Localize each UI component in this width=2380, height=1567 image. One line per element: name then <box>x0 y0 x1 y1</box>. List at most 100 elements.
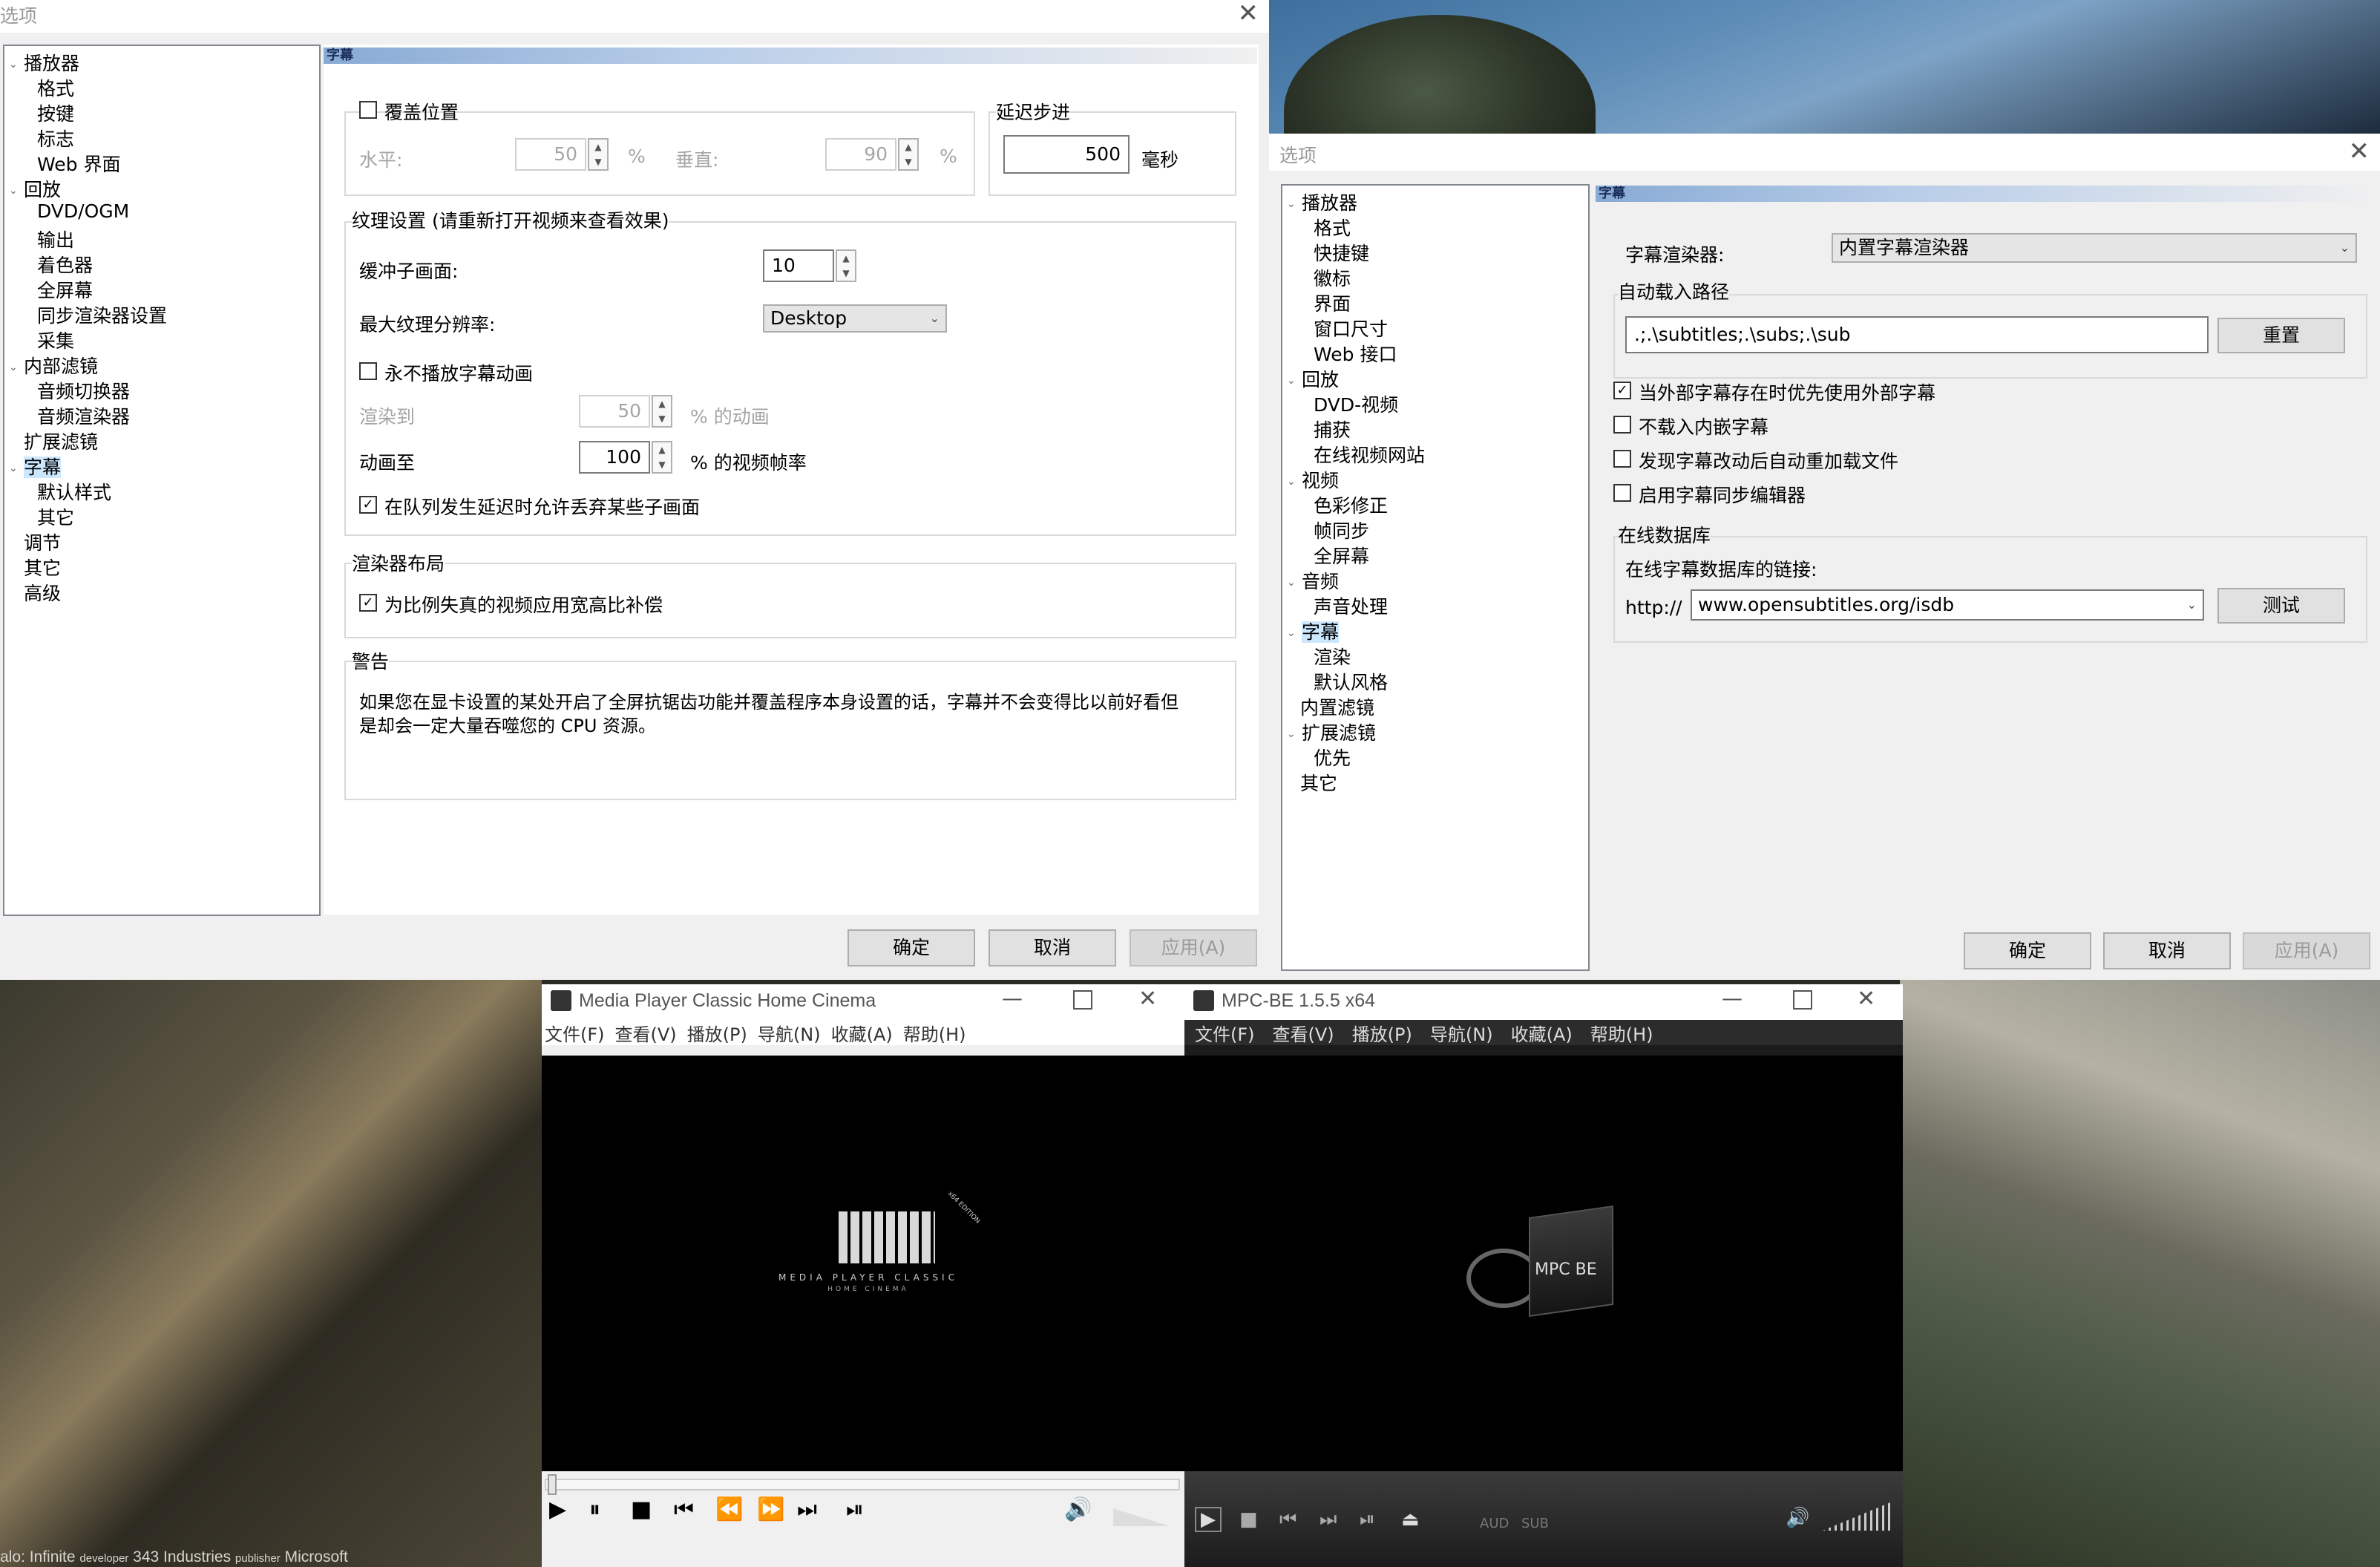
horizontal-input[interactable]: 50 <box>515 138 586 171</box>
aud-indicator[interactable]: AUD <box>1480 1516 1509 1531</box>
autoload-input[interactable]: .;.\subtitles;.\subs;.\sub <box>1625 316 2209 353</box>
tree-item-dvd[interactable]: DVD-视频 <box>1314 390 1398 417</box>
tree-item-fullscreen[interactable]: 全屏幕 <box>37 276 93 303</box>
tree-item-capture[interactable]: 捕获 <box>1314 416 1351 442</box>
ok-button[interactable]: 确定 <box>1964 932 2091 969</box>
tree-item-window-size[interactable]: 窗口尺寸 <box>1314 315 1388 341</box>
tree-item-internal[interactable]: 内置滤镜 <box>1300 693 1374 720</box>
apply-button[interactable]: 应用(A) <box>2243 932 2370 969</box>
menu-navigate[interactable]: 导航(N) <box>758 1024 821 1045</box>
buffer-stepper[interactable]: ▲ ▼ <box>836 249 856 282</box>
tree-item-misc[interactable]: 其它 <box>37 503 74 530</box>
seek-bar[interactable] <box>545 1479 1180 1491</box>
menu-favorites[interactable]: 收藏(A) <box>831 1024 893 1045</box>
db-url-select[interactable]: www.opensubtitles.org/isdb ⌄ <box>1691 589 2204 621</box>
play-icon[interactable]: ▶ <box>1195 1507 1222 1532</box>
tree-item-subtitles[interactable]: ⌄ 字幕 <box>1287 618 1340 644</box>
tree-item-playback[interactable]: ⌄ 回放 <box>9 175 61 202</box>
menu-file[interactable]: 文件(F) <box>1195 1024 1255 1045</box>
menu-file[interactable]: 文件(F) <box>545 1024 605 1045</box>
tree-item-frame-sync[interactable]: 帧同步 <box>1314 517 1369 543</box>
aspect-comp-checkbox[interactable]: ✓ <box>359 594 377 612</box>
tree-item-priority[interactable]: 优先 <box>1314 744 1351 771</box>
tree-item-fullscreen[interactable]: 全屏幕 <box>1314 542 1369 569</box>
delay-input[interactable]: 500 <box>1003 135 1130 174</box>
renderer-select[interactable]: 内置字幕渲染器 ⌄ <box>1832 233 2357 263</box>
never-animate-checkbox[interactable] <box>359 362 377 380</box>
tree-item-online[interactable]: 在线视频网站 <box>1314 441 1425 468</box>
tree-item-default-style[interactable]: 默认风格 <box>1314 668 1388 695</box>
volume-icon[interactable]: 🔊 <box>1064 1496 1092 1522</box>
play-icon[interactable]: ▶ <box>549 1496 566 1522</box>
tree-item-internal[interactable]: ⌄ 内部滤镜 <box>9 352 98 379</box>
tree-item-tweaks[interactable]: 调节 <box>24 529 61 555</box>
maximize-icon[interactable] <box>1073 990 1092 1010</box>
tree-item-subtitles[interactable]: ⌄ 字幕 <box>9 453 62 480</box>
animate-at-input[interactable]: 100 <box>579 441 650 474</box>
ok-button[interactable]: 确定 <box>848 929 975 966</box>
render-to-stepper[interactable]: ▲ ▼ <box>652 395 672 428</box>
tree-item-format[interactable]: 格式 <box>1314 214 1351 241</box>
animate-at-stepper[interactable]: ▲ ▼ <box>652 441 672 474</box>
forward-icon[interactable]: ⏩ <box>757 1496 784 1522</box>
tree-item-output[interactable]: 输出 <box>37 226 74 252</box>
menu-play[interactable]: 播放(P) <box>687 1024 747 1045</box>
apply-button[interactable]: 应用(A) <box>1130 929 1257 966</box>
frame-step-icon[interactable]: ⏯ <box>846 1496 864 1522</box>
buffer-input[interactable]: 10 <box>763 249 834 282</box>
tree-item-hotkeys[interactable]: 快捷键 <box>1314 239 1369 266</box>
tree-item-keys[interactable]: 按键 <box>37 99 74 126</box>
tree-item-logo[interactable]: 标志 <box>37 125 74 151</box>
menu-view[interactable]: 查看(V) <box>1273 1024 1334 1045</box>
menu-play[interactable]: 播放(P) <box>1352 1024 1412 1045</box>
eject-icon[interactable]: ⏏ <box>1401 1508 1420 1531</box>
tree-item-format[interactable]: 格式 <box>37 74 74 101</box>
tree-item-capture[interactable]: 采集 <box>37 327 74 353</box>
tree-item-video[interactable]: ⌄ 视频 <box>1287 466 1339 493</box>
maximize-icon[interactable] <box>1793 990 1812 1010</box>
minimize-icon[interactable]: — <box>1722 986 1743 1010</box>
reset-button[interactable]: 重置 <box>2217 318 2345 353</box>
menu-help[interactable]: 帮助(H) <box>903 1024 966 1045</box>
menu-navigate[interactable]: 导航(N) <box>1430 1024 1493 1045</box>
close-icon[interactable]: ✕ <box>1238 0 1259 28</box>
video-area[interactable]: MEDIA PLAYER CLASSIC HOME CINEMA x64 EDI… <box>542 1056 1184 1471</box>
vertical-stepper[interactable]: ▲ ▼ <box>898 138 919 171</box>
tree-item-render[interactable]: 渲染 <box>1314 643 1351 670</box>
tree-item-player[interactable]: ⌄ 播放器 <box>9 49 79 76</box>
close-icon[interactable]: ✕ <box>1138 986 1157 1012</box>
tree-item-other[interactable]: 其它 <box>24 554 61 580</box>
tree-item-color[interactable]: 色彩修正 <box>1314 491 1388 518</box>
override-position-checkbox[interactable] <box>359 101 377 119</box>
rewind-icon[interactable]: ⏪ <box>715 1496 743 1522</box>
volume-icon[interactable]: 🔊 <box>1786 1507 1809 1529</box>
tree-item-web[interactable]: Web 界面 <box>37 150 120 177</box>
horizontal-stepper[interactable]: ▲ ▼ <box>588 138 609 171</box>
tree-item-external[interactable]: ⌄ 扩展滤镜 <box>1287 719 1376 745</box>
tree-item-audio-renderer[interactable]: 音频渲染器 <box>37 402 130 429</box>
auto-reload-checkbox[interactable] <box>1613 450 1631 468</box>
cancel-button[interactable]: 取消 <box>989 929 1116 966</box>
tree-item-external[interactable]: 扩展滤镜 <box>24 428 98 454</box>
tree-item-playback[interactable]: ⌄ 回放 <box>1287 365 1339 392</box>
frame-step-icon[interactable]: ⏯ <box>1360 1508 1375 1531</box>
allow-drop-checkbox[interactable]: ✓ <box>359 496 377 514</box>
cancel-button[interactable]: 取消 <box>2103 932 2231 969</box>
tree-item-other[interactable]: 其它 <box>1300 769 1337 796</box>
tree-item-audio[interactable]: ⌄ 音频 <box>1287 567 1339 594</box>
close-icon[interactable]: ✕ <box>1857 986 1875 1012</box>
render-to-input[interactable]: 50 <box>579 395 650 428</box>
tree-item-ui[interactable]: 界面 <box>1314 289 1351 316</box>
stop-icon[interactable]: ■ <box>1239 1508 1258 1531</box>
tree-item-sound[interactable]: 声音处理 <box>1314 592 1388 619</box>
tree-item-dvd[interactable]: DVD/OGM <box>37 200 129 222</box>
tree-item-web[interactable]: Web 接口 <box>1314 340 1397 367</box>
menu-view[interactable]: 查看(V) <box>615 1024 677 1045</box>
tree-item-shaders[interactable]: 着色器 <box>37 251 93 278</box>
next-icon[interactable]: ⏭ <box>797 1496 817 1522</box>
no-embedded-checkbox[interactable] <box>1613 416 1631 434</box>
sync-editor-checkbox[interactable] <box>1613 484 1631 502</box>
close-icon[interactable]: ✕ <box>2349 137 2370 166</box>
seek-handle[interactable] <box>548 1474 557 1495</box>
stop-icon[interactable]: ■ <box>631 1496 652 1522</box>
